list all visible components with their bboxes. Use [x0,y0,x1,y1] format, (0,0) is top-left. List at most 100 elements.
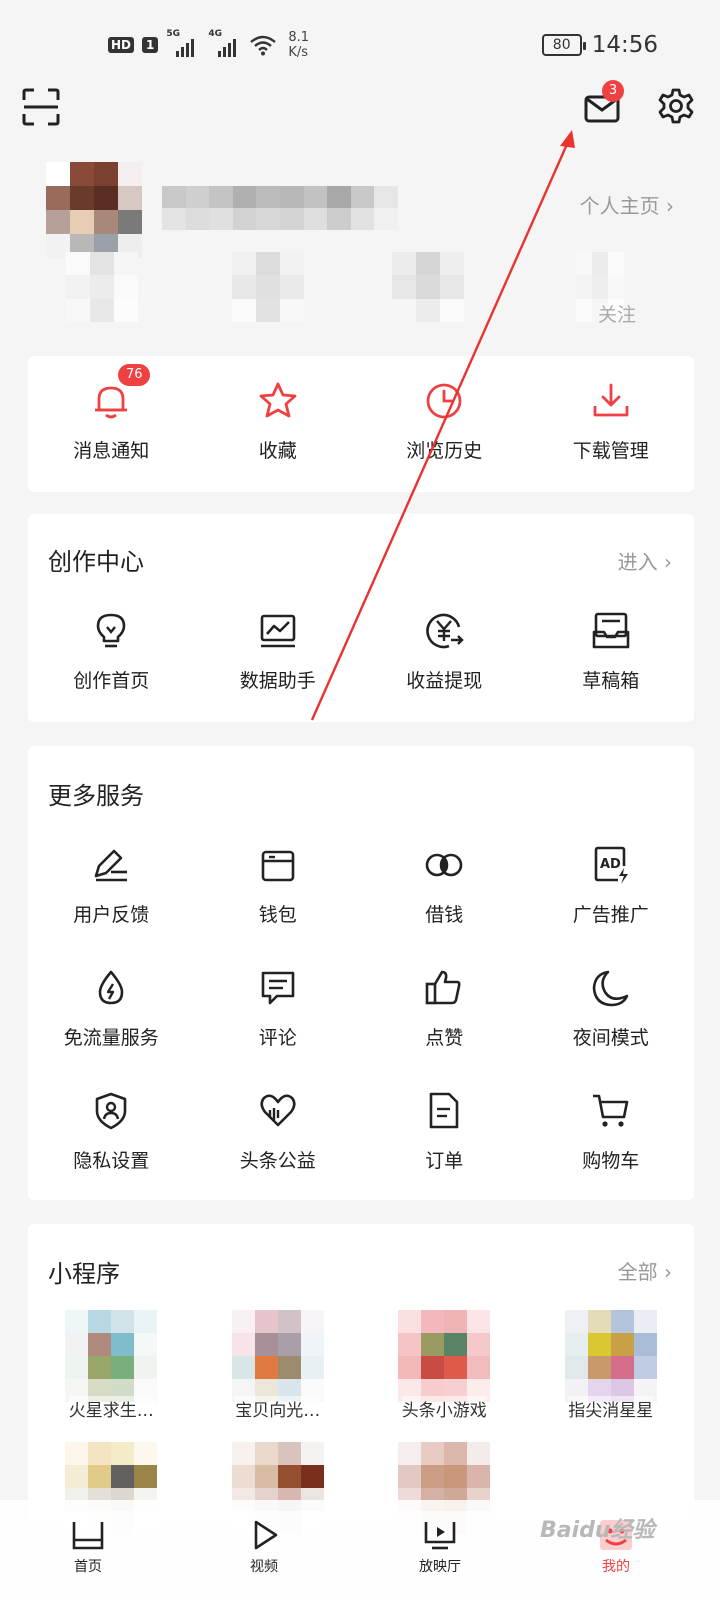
creation-center-card: 创作中心 进入 › 创作首页 数据助手 收益提现 草稿箱 [28,514,694,722]
yuan-icon [426,613,464,649]
net-5g-label: 5G [166,29,181,39]
scan-icon[interactable] [22,88,60,126]
stat-blurred [232,252,304,322]
follow-label[interactable]: 关注 [598,300,636,327]
nav-cinema[interactable]: 放映厅 [390,1518,490,1576]
creation-item-data[interactable]: 数据助手 [195,608,362,731]
service-label: 借钱 [425,904,464,926]
mini-programs-card: 小程序 全部 › 火星求生… 宝贝向光… 头条小游戏 指尖消星星 [28,1224,695,1534]
mini-program-icon-blurred [564,1310,657,1402]
service-charity[interactable]: 头条公益 [195,1088,362,1211]
clock: 14:56 [591,32,658,58]
quick-action-notifications[interactable]: 76 消息通知 [28,364,195,501]
service-privacy[interactable]: 隐私设置 [28,1088,195,1211]
gear-icon[interactable] [656,86,696,126]
creation-center-grid: 创作首页 数据助手 收益提现 草稿箱 [28,608,694,731]
quick-action-favorites[interactable]: 收藏 [195,378,362,501]
profile-section: 个人主页 › 关注 [0,156,720,336]
mini-program-item[interactable]: 头条小游戏 [361,1310,528,1442]
hd-badge: HD [108,37,135,53]
username-blurred [162,186,398,230]
mini-program-icon-blurred [398,1310,491,1402]
mini-program-name: 头条小游戏 [401,1396,487,1421]
pen-icon [94,849,128,882]
creation-item-drafts[interactable]: 草稿箱 [528,608,695,731]
stat-blurred [392,252,464,322]
service-feedback[interactable]: 用户反馈 [28,842,195,965]
service-comments[interactable]: 评论 [195,965,362,1088]
mini-programs-all-link[interactable]: 全部 › [618,1256,672,1285]
quick-action-downloads[interactable]: 下载管理 [528,378,695,501]
clock-icon [426,383,462,419]
service-label: 头条公益 [239,1150,316,1172]
creation-item-label: 数据助手 [239,670,316,692]
nav-video[interactable]: 视频 [214,1518,314,1576]
service-label: 广告推广 [572,904,649,926]
more-services-grid: 用户反馈 钱包 借钱 AD 广告推广 免流量服务 评论 点赞 夜间模式 隐私设置… [28,842,694,1211]
mail-badge: 3 [602,80,624,102]
bell-icon [95,386,128,419]
more-services-card: 更多服务 用户反馈 钱包 借钱 AD 广告推广 免流量服务 评论 点赞 夜间模式… [28,746,694,1200]
avatar[interactable] [46,162,142,258]
quick-action-label: 下载管理 [572,440,649,462]
service-night-mode[interactable]: 夜间模式 [528,965,695,1088]
service-label: 点赞 [425,1027,464,1049]
service-likes[interactable]: 点赞 [361,965,528,1088]
mini-program-icon-blurred [65,1310,158,1402]
status-bar: HD 1 5G 4G 8.1 K/s 80 14:56 [0,0,720,80]
nav-label: 我的 [602,1559,630,1575]
charity-icon [260,1094,296,1127]
sim-badge: 1 [142,37,159,53]
loan-icon [425,853,463,877]
top-bar: 3 [0,80,720,140]
nav-label: 放映厅 [419,1559,461,1575]
mini-program-item[interactable]: 宝贝向光… [195,1310,362,1442]
signal-5g-icon: 5G [166,29,200,57]
quick-action-history[interactable]: 浏览历史 [361,378,528,501]
service-free-data[interactable]: 免流量服务 [28,965,195,1088]
creation-item-label: 收益提现 [406,670,483,692]
lightbulb-icon [96,613,126,648]
nav-home[interactable]: 首页 [38,1518,138,1576]
moon-icon [592,970,629,1007]
creation-item-earnings[interactable]: 收益提现 [361,608,528,731]
net-speed-unit: K/s [288,45,309,60]
service-cart[interactable]: 购物车 [528,1088,695,1211]
mini-program-item[interactable]: 火星求生… [28,1310,195,1442]
mini-program-item[interactable]: 指尖消星星 [528,1310,695,1442]
cart-icon [592,1094,629,1127]
creation-item-home[interactable]: 创作首页 [28,608,195,731]
creation-item-label: 草稿箱 [582,670,640,692]
mini-program-name: 指尖消星星 [568,1396,654,1421]
svg-text:AD: AD [600,857,621,872]
mini-programs-title: 小程序 [48,1260,120,1288]
ad-icon: AD [594,846,628,884]
service-label: 订单 [425,1150,464,1172]
download-icon [593,383,629,417]
service-wallet[interactable]: 钱包 [195,842,362,965]
thumbs-up-icon [425,970,461,1005]
comment-icon [261,971,295,1005]
signal-4g-icon: 4G [208,29,242,57]
net-speed: 8.1 K/s [288,30,309,60]
mini-program-name: 火星求生… [68,1396,154,1421]
mini-program-icon-blurred [231,1310,324,1402]
service-loan[interactable]: 借钱 [361,842,528,965]
privacy-shield-icon [95,1092,127,1130]
homepage-link[interactable]: 个人主页 › [580,190,674,219]
stat-blurred [66,252,138,322]
nav-label: 首页 [74,1559,102,1575]
service-label: 夜间模式 [572,1027,649,1049]
mini-program-name: 宝贝向光… [235,1396,321,1421]
home-icon [72,1522,104,1550]
service-orders[interactable]: 订单 [361,1088,528,1211]
drafts-icon [592,612,630,649]
creation-center-enter-link[interactable]: 进入 › [618,546,672,575]
notification-badge: 76 [118,364,151,386]
service-ads[interactable]: AD 广告推广 [528,842,695,965]
wallet-icon [261,850,295,882]
net-4g-label: 4G [208,29,223,39]
nav-label: 视频 [250,1559,278,1575]
creation-item-label: 创作首页 [73,670,150,692]
creation-center-title: 创作中心 [48,548,144,576]
